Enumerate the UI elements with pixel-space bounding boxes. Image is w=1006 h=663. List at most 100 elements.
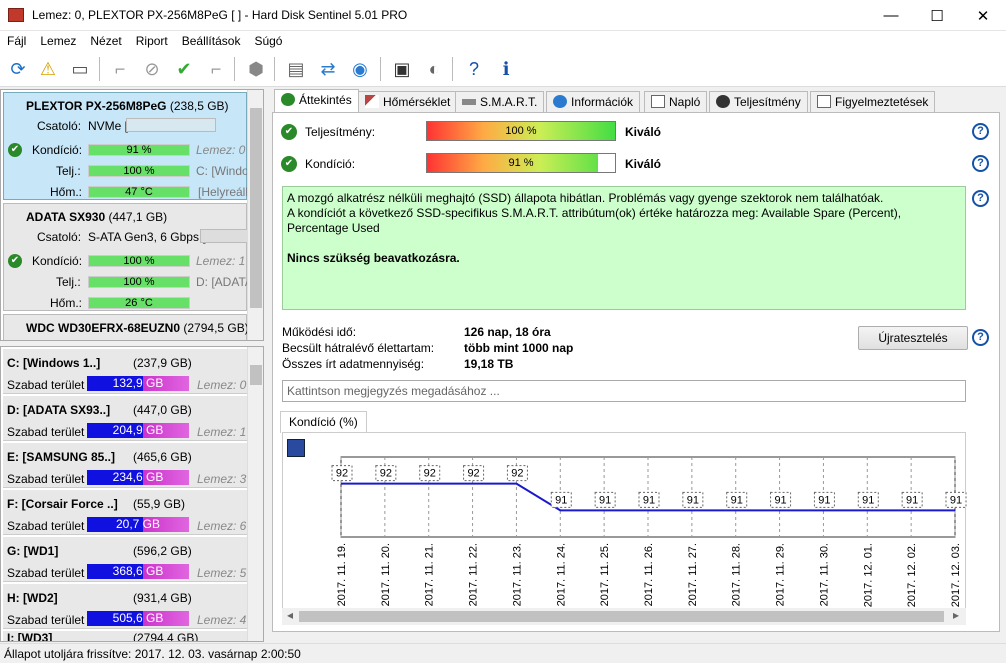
minimize-button[interactable]: — xyxy=(868,0,914,31)
disk-item[interactable]: PLEXTOR PX-256M8PeG (238,5 GB) Csatoló: … xyxy=(3,92,251,200)
partition-item[interactable]: F: [Corsair Force ..] (55,9 GB) Szabad t… xyxy=(3,490,247,535)
partition-list: C: [Windows 1..] (237,9 GB) Szabad terül… xyxy=(0,346,264,642)
scrollbar-thumb[interactable] xyxy=(299,611,944,622)
data-label: 92 xyxy=(467,468,479,480)
stop-icon[interactable]: ⬢ xyxy=(242,55,270,83)
drive-test-icon[interactable]: ⌐ xyxy=(106,55,134,83)
partition-name: E: [SAMSUNG 85..] xyxy=(7,450,116,464)
partition-item[interactable]: D: [ADATA SX93..] (447,0 GB) Szabad terü… xyxy=(3,396,247,441)
disk-icon[interactable]: ▭ xyxy=(66,55,94,83)
disk-name: WDC WD30EFRX-68EUZN0 (2794,5 GB) xyxy=(26,321,249,335)
partition-item[interactable]: C: [Windows 1..] (237,9 GB) Szabad terül… xyxy=(3,349,247,394)
disk-item[interactable]: ADATA SX930 (447,1 GB) Csatoló: S-ATA Ge… xyxy=(3,203,253,311)
tab-log[interactable]: Napló xyxy=(644,91,708,113)
help-icon[interactable]: ? xyxy=(972,329,989,346)
retest-button[interactable]: Újratesztelés xyxy=(858,326,968,350)
monitor-icon[interactable]: ▣ xyxy=(388,55,416,83)
maximize-button[interactable]: ☐ xyxy=(914,0,960,31)
close-button[interactable]: ✕ xyxy=(960,0,1006,31)
uptime-label: Működési idő: xyxy=(282,325,357,339)
menu-report[interactable]: Riport xyxy=(129,31,175,51)
help-icon[interactable]: ? xyxy=(972,155,989,172)
status-text: A mozgó alkatrész nélküli meghajtó (SSD)… xyxy=(287,191,884,205)
data-label: 91 xyxy=(818,494,830,506)
free-space-label: Szabad terület xyxy=(7,472,85,486)
data-label: 91 xyxy=(862,494,874,506)
status-bar: Állapot utoljára frissítve: 2017. 12. 03… xyxy=(0,643,1006,663)
tab-label: S.M.A.R.T. xyxy=(480,95,538,109)
tab-temperature[interactable]: Hőmérséklet xyxy=(358,91,458,113)
x-tick-label: 2017. 11. 22. xyxy=(468,543,480,606)
partition-item[interactable]: G: [WD1] (596,2 GB) Szabad terület 368,6… xyxy=(3,537,247,582)
data-label: 91 xyxy=(950,494,962,506)
disk-list: PLEXTOR PX-256M8PeG (238,5 GB) Csatoló: … xyxy=(0,89,264,341)
disk-name-text: ADATA SX930 xyxy=(26,210,106,224)
menu-view[interactable]: Nézet xyxy=(83,31,128,51)
chart-scrollbar[interactable]: ◂ ▸ xyxy=(282,608,966,625)
help-icon[interactable]: ? xyxy=(460,55,488,83)
help-icon[interactable]: ? xyxy=(972,190,989,207)
menu-file[interactable]: Fájl xyxy=(0,31,33,51)
condition-label: Kondíció: xyxy=(32,254,83,268)
tab-information[interactable]: Információk xyxy=(546,91,641,113)
scrollbar-thumb[interactable] xyxy=(250,365,262,385)
tab-overview[interactable]: Áttekintés xyxy=(274,89,359,113)
drive-tool-icon[interactable]: ⌐ xyxy=(202,55,230,83)
disk-list-scrollbar[interactable] xyxy=(247,90,263,340)
menu-settings[interactable]: Beállítások xyxy=(175,31,248,51)
chart-tab-condition[interactable]: Kondíció (%) xyxy=(280,411,367,433)
partition-disk: Lemez: 1 xyxy=(197,425,247,439)
gauge-icon xyxy=(716,95,730,108)
partition-item[interactable]: I: [WD3] (2794,4 GB) xyxy=(3,631,247,641)
x-tick-label: 2017. 11. 28. xyxy=(731,543,743,606)
info-icon xyxy=(553,95,567,108)
tab-alerts[interactable]: Figyelmeztetések xyxy=(810,91,936,113)
x-tick-label: 2017. 12. 03. xyxy=(950,543,962,607)
scroll-right-icon[interactable]: ▸ xyxy=(948,608,964,625)
network-icon[interactable]: ◉ xyxy=(346,55,374,83)
partition-list-scrollbar[interactable] xyxy=(247,347,263,641)
x-tick-label: 2017. 11. 26. xyxy=(643,543,655,606)
send-report-icon[interactable]: ⇄ xyxy=(314,55,342,83)
x-tick-label: 2017. 11. 24. xyxy=(555,543,567,606)
toolbar-separator xyxy=(452,57,453,81)
title-bar: Lemez: 0, PLEXTOR PX-256M8PeG [ ] - Hard… xyxy=(0,0,1006,31)
sound-icon[interactable]: ◐ xyxy=(420,55,448,83)
info-icon[interactable]: ℹ xyxy=(492,55,520,83)
scrollbar-thumb[interactable] xyxy=(250,108,262,308)
condition-rating: Kiváló xyxy=(625,157,662,171)
temperature-label: Hőm.: xyxy=(50,296,83,310)
ok-icon: ✔ xyxy=(281,156,297,172)
menu-disk[interactable]: Lemez xyxy=(33,31,83,51)
help-icon[interactable]: ? xyxy=(972,123,989,140)
refresh-icon[interactable]: ⟳ xyxy=(4,55,32,83)
partition-item[interactable]: H: [WD2] (931,4 GB) Szabad terület 505,6… xyxy=(3,584,247,629)
tab-performance[interactable]: Teljesítmény xyxy=(709,91,808,113)
window-title: Lemez: 0, PLEXTOR PX-256M8PeG [ ] - Hard… xyxy=(32,8,408,22)
free-space-bar: 132,9 GB xyxy=(87,376,189,391)
tab-label: Napló xyxy=(669,95,701,109)
scroll-left-icon[interactable]: ◂ xyxy=(282,608,298,625)
condition-bar: 91 % xyxy=(88,144,190,156)
drive-scan-icon[interactable]: ⊘ xyxy=(138,55,166,83)
uptime-value: 126 nap, 18 óra xyxy=(464,325,551,339)
data-label: 91 xyxy=(687,494,699,506)
warning-icon[interactable]: ⚠ xyxy=(34,55,62,83)
disk-item[interactable]: WDC WD30EFRX-68EUZN0 (2794,5 GB) xyxy=(3,314,249,340)
volume-label: C: [Windo xyxy=(196,164,249,178)
disk-size: (447,1 GB) xyxy=(108,210,168,224)
disk-number: Lemez: 1 xyxy=(196,254,246,268)
interface-value: S-ATA Gen3, 6 Gbps [ xyxy=(88,230,206,244)
toolbar-separator xyxy=(380,57,381,81)
data-label: 91 xyxy=(774,494,786,506)
free-space-bar: 20,7 GB xyxy=(87,517,189,532)
tab-label: Figyelmeztetések xyxy=(835,95,929,109)
menu-help[interactable]: Súgó xyxy=(247,31,289,51)
free-space-label: Szabad terület xyxy=(7,425,85,439)
tab-smart[interactable]: S.M.A.R.T. xyxy=(455,91,545,113)
report-icon[interactable]: ▤ xyxy=(282,55,310,83)
drive-ok-icon[interactable]: ✔ xyxy=(170,55,198,83)
app-icon xyxy=(8,8,24,22)
comment-input[interactable]: Kattintson megjegyzés megadásához ... xyxy=(282,380,966,402)
partition-item[interactable]: E: [SAMSUNG 85..] (465,6 GB) Szabad terü… xyxy=(3,443,247,488)
